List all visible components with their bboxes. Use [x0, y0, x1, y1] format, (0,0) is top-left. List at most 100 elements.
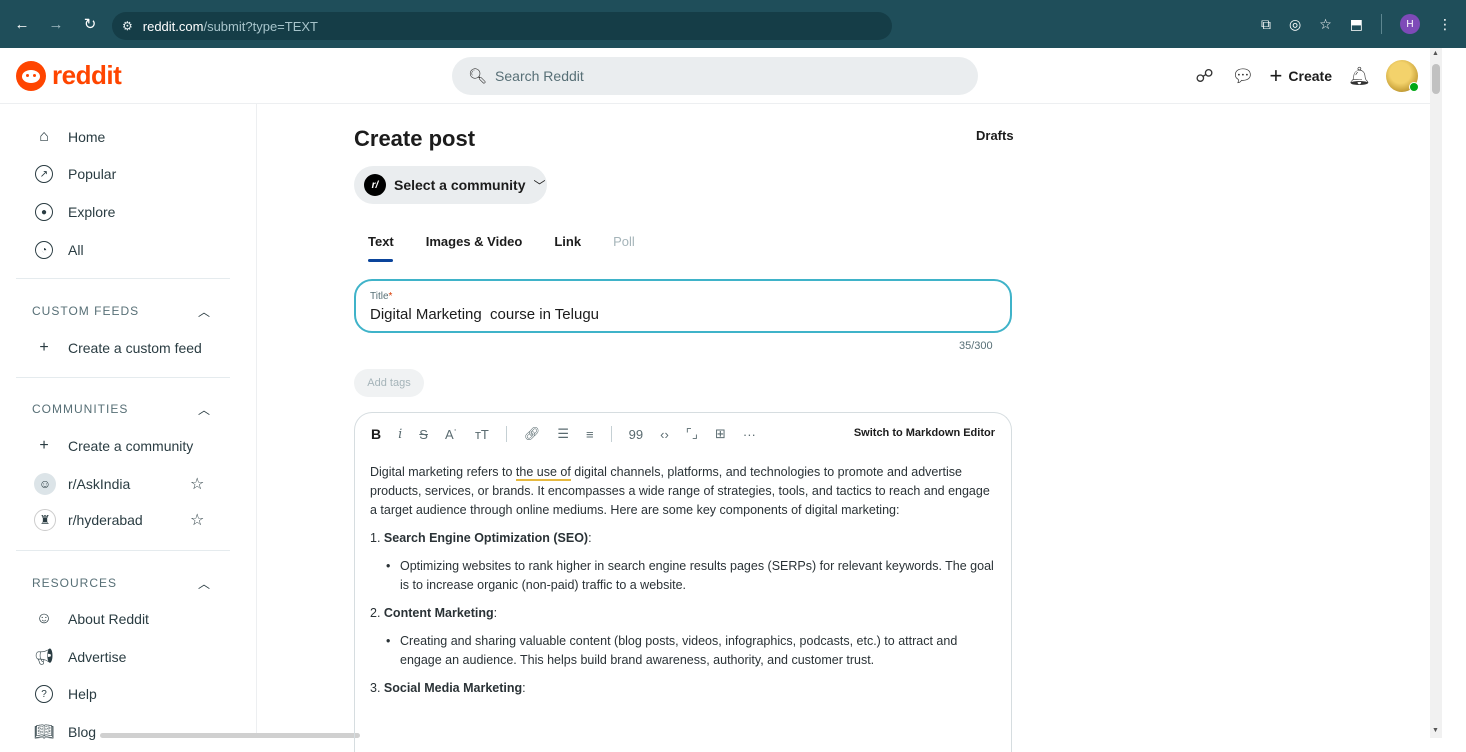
sidebar-item-popular[interactable]: ↗ Popular [34, 164, 116, 184]
scroll-up-icon[interactable]: ▲ [1432, 50, 1439, 57]
eye-off-icon[interactable]: ◎ [1289, 16, 1301, 33]
toolbar-divider [1381, 14, 1382, 34]
extensions-icon[interactable]: ⬒ [1350, 16, 1363, 33]
create-button[interactable]: + Create [1270, 63, 1332, 89]
explore-icon: ● [34, 202, 54, 222]
site-settings-icon[interactable]: ⚙ [122, 19, 133, 33]
tab-text[interactable]: Text [368, 234, 394, 249]
resources-heading[interactable]: RESOURCES [32, 576, 117, 590]
table-icon[interactable]: ⊞ [715, 426, 726, 442]
search-input[interactable]: 🔍︎ Search Reddit [452, 57, 978, 95]
popular-icon: ↗ [34, 164, 54, 184]
bold-icon[interactable]: B [371, 426, 381, 442]
logo-text: reddit [52, 60, 122, 90]
heading-icon[interactable]: ᴛT [475, 427, 489, 442]
chat-icon[interactable]: 💬︎ [1232, 66, 1255, 87]
title-label: Title* [370, 291, 392, 302]
title-field[interactable]: Title* Digital Marketing course in Telug… [354, 279, 1012, 333]
resource-label: Advertise [68, 649, 127, 665]
sidebar-item-about-reddit[interactable]: ☺ About Reddit [34, 609, 149, 629]
browser-menu-icon[interactable]: ⋮ [1438, 16, 1452, 33]
tab-poll: Poll [613, 234, 635, 249]
sidebar-item-label: Explore [68, 204, 116, 220]
chevron-up-icon[interactable]: ︿ [198, 303, 210, 320]
strikethrough-icon[interactable]: S [419, 427, 428, 442]
create-custom-feed-label: Create a custom feed [68, 340, 202, 356]
sidebar-divider [16, 278, 230, 279]
community-selector[interactable]: r/ Select a community ﹀ [354, 166, 547, 204]
create-community-link[interactable]: + Create a community [34, 436, 193, 456]
community-name: r/AskIndia [68, 476, 131, 492]
title-char-counter: 35/300 [959, 340, 993, 352]
search-placeholder: Search Reddit [495, 68, 584, 84]
list-number: 2. [370, 606, 384, 620]
page-scrollbar[interactable]: ▲ ▼ [1430, 48, 1442, 738]
create-custom-feed-link[interactable]: + Create a custom feed [34, 338, 202, 358]
site-header: reddit 🔍︎ Search Reddit ☍ 💬︎ + Create 🔔︎ [0, 48, 1440, 104]
add-tags-button[interactable]: Add tags [354, 369, 424, 397]
reddit-logo[interactable]: reddit [16, 60, 122, 91]
link-icon[interactable]: 🔗︎ [524, 426, 541, 442]
section-heading: Content Marketing [383, 606, 494, 620]
post-body-text[interactable]: Digital marketing refers to the use of d… [370, 463, 1000, 707]
body-editor[interactable]: B i S A˙ ᴛT 🔗︎ ☰ ≡ 99 ‹› ⌜⌟ ⊞ ··· Switch… [354, 412, 1012, 752]
communities-heading[interactable]: COMMUNITIES [32, 402, 128, 416]
list-item: 1. Search Engine Optimization (SEO): [370, 531, 592, 545]
custom-feeds-heading[interactable]: CUSTOM FEEDS [32, 304, 139, 318]
switch-markdown-button[interactable]: Switch to Markdown Editor [854, 427, 995, 439]
sidebar-item-all[interactable]: ◔ All [34, 240, 84, 260]
bookmark-star-icon[interactable]: ☆ [1319, 16, 1332, 33]
user-avatar[interactable] [1386, 60, 1419, 92]
cast-icon[interactable]: ⧉ [1261, 16, 1271, 33]
horizontal-scrollbar[interactable] [100, 733, 360, 738]
community-select-label: Select a community [394, 177, 526, 193]
title-value[interactable]: Digital Marketing course in Telugu [370, 306, 599, 323]
section-heading: Social Media Marketing [383, 681, 523, 695]
notifications-bell-icon[interactable]: 🔔︎ [1348, 66, 1371, 87]
create-community-label: Create a community [68, 438, 194, 454]
tab-images-video[interactable]: Images & Video [426, 234, 523, 249]
favorite-star-icon[interactable]: ☆ [190, 474, 204, 494]
sidebar-item-blog[interactable]: 📖︎ Blog [34, 722, 96, 742]
page-title: Create post [354, 126, 476, 151]
numbered-list-icon[interactable]: ≡ [586, 427, 594, 442]
sidebar-item-label: All [68, 242, 84, 258]
code-block-icon[interactable]: ⌜⌟ [686, 426, 698, 442]
scroll-down-icon[interactable]: ▼ [1432, 727, 1439, 734]
list-item: 2. Content Marketing: [370, 606, 498, 620]
home-icon: ⌂ [39, 128, 49, 145]
more-options-icon[interactable]: ··· [743, 427, 756, 442]
advertise-icon[interactable]: ☍ [1194, 66, 1216, 87]
scrollbar-thumb[interactable] [1432, 64, 1440, 94]
code-icon[interactable]: ‹› [660, 427, 669, 442]
favorite-star-icon[interactable]: ☆ [190, 510, 204, 530]
quote-icon[interactable]: 99 [629, 427, 643, 442]
superscript-icon[interactable]: A˙ [445, 427, 458, 442]
back-icon[interactable]: ← [14, 16, 30, 33]
sidebar-item-help[interactable]: ? Help [34, 684, 97, 704]
chevron-up-icon[interactable]: ︿ [198, 401, 210, 418]
sidebar-item-home[interactable]: ⌂ Home [34, 127, 105, 147]
sidebar-item-explore[interactable]: ● Explore [34, 202, 115, 222]
address-bar[interactable]: ⚙ reddit.com/submit?type=TEXT [112, 12, 892, 40]
bullet-list-icon[interactable]: ☰ [557, 426, 569, 442]
drafts-button[interactable]: Drafts [976, 128, 1014, 143]
browser-profile-avatar[interactable]: H [1400, 14, 1420, 34]
community-avatar: ☺ [34, 473, 56, 495]
all-icon: ◔ [34, 240, 54, 260]
sidebar-item-askindia[interactable]: ☺ r/AskIndia [34, 473, 130, 495]
sidebar-item-hyderabad[interactable]: ♜ r/hyderabad [34, 509, 143, 531]
italic-icon[interactable]: i [398, 427, 402, 442]
megaphone-icon: 📢︎ [33, 649, 55, 666]
required-marker: * [388, 291, 393, 302]
chevron-up-icon[interactable]: ︿ [198, 575, 210, 592]
forward-icon[interactable]: → [48, 16, 64, 33]
toolbar-separator [505, 426, 507, 442]
url-path: /submit?type=TEXT [203, 18, 318, 34]
reddit-alien-icon: ☺ [35, 610, 53, 627]
reload-icon[interactable]: ↻ [82, 15, 98, 33]
book-icon: 📖︎ [33, 724, 55, 741]
browser-toolbar: ← → ↻ ⚙ reddit.com/submit?type=TEXT ⧉ ◎ … [0, 0, 1466, 48]
sidebar-item-advertise[interactable]: 📢︎ Advertise [33, 647, 127, 667]
tab-link[interactable]: Link [554, 234, 581, 249]
